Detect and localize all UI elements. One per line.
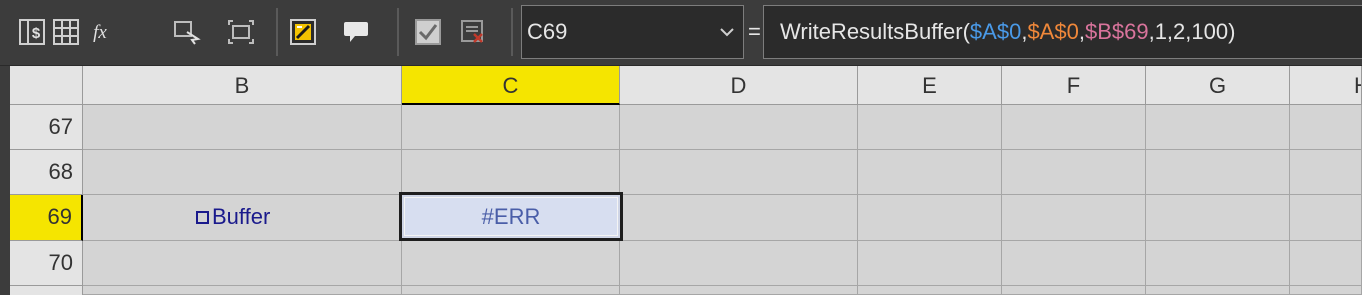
cell-f70[interactable] — [1002, 241, 1146, 286]
checkbox-icon[interactable] — [413, 14, 443, 50]
cell-e70[interactable] — [858, 241, 1002, 286]
cell-b67[interactable] — [83, 105, 402, 150]
cell-c67[interactable] — [402, 105, 620, 150]
cell-b69-text: Buffer — [212, 204, 271, 229]
cell-g70[interactable] — [1146, 241, 1290, 286]
toolbar-separator — [397, 8, 399, 56]
cell-fnext[interactable] — [1002, 286, 1146, 295]
column-header-h[interactable]: H — [1290, 66, 1362, 105]
cell-c70[interactable] — [402, 241, 620, 286]
formula-part: $A$0 — [1027, 19, 1079, 44]
equals-label: = — [748, 19, 761, 44]
cell-b68[interactable] — [83, 150, 402, 195]
column-header-d[interactable]: D — [620, 66, 858, 105]
note-edit-icon[interactable] — [288, 14, 318, 50]
cell-f69[interactable] — [1002, 195, 1146, 241]
chevron-down-icon[interactable] — [717, 6, 737, 58]
selected-cell-c69[interactable]: #ERR — [399, 192, 623, 241]
cell-dnext[interactable] — [620, 286, 858, 295]
cell-f68[interactable] — [1002, 150, 1146, 195]
control-box-icon — [196, 210, 209, 224]
cell-h70[interactable] — [1290, 241, 1362, 286]
delete-check-icon[interactable] — [458, 14, 488, 50]
currency-format-icon[interactable]: $ — [17, 14, 47, 50]
cell-enext[interactable] — [858, 286, 1002, 295]
cell-e69[interactable] — [858, 195, 1002, 241]
cell-e68[interactable] — [858, 150, 1002, 195]
select-cell-icon[interactable] — [172, 14, 202, 50]
column-header-b[interactable]: B — [83, 66, 402, 105]
formula-part: ,1,2,100) — [1148, 19, 1236, 44]
formula-part: $B$69 — [1084, 19, 1149, 44]
column-header-e[interactable]: E — [858, 66, 1002, 105]
cell-c69-value: #ERR — [404, 197, 618, 236]
svg-text:fx: fx — [93, 22, 107, 43]
cell-d67[interactable] — [620, 105, 858, 150]
svg-text:$: $ — [32, 25, 41, 42]
cell-h68[interactable] — [1290, 150, 1362, 195]
cell-bnext[interactable] — [83, 286, 402, 295]
row-header-70[interactable]: 70 — [10, 241, 83, 286]
row-header-68[interactable]: 68 — [10, 150, 83, 195]
cell-h69[interactable] — [1290, 195, 1362, 241]
cell-d70[interactable] — [620, 241, 858, 286]
cell-c68[interactable] — [402, 150, 620, 195]
cell-cnext[interactable] — [402, 286, 620, 295]
expand-range-icon[interactable] — [226, 14, 256, 50]
cell-b70[interactable] — [83, 241, 402, 286]
column-header-g[interactable]: G — [1146, 66, 1290, 105]
column-header-c[interactable]: C — [402, 66, 620, 105]
spreadsheet-grid: B C D E F G H 67 68 69 70 Buffer #ERR — [0, 66, 1362, 295]
cell-f67[interactable] — [1002, 105, 1146, 150]
select-all-corner[interactable] — [10, 66, 83, 105]
name-box[interactable]: C69 — [521, 5, 744, 59]
cell-d68[interactable] — [620, 150, 858, 195]
name-box-value: C69 — [527, 19, 568, 44]
cell-g67[interactable] — [1146, 105, 1290, 150]
comment-icon[interactable] — [341, 14, 371, 50]
row-header-71[interactable] — [10, 286, 83, 295]
cell-g68[interactable] — [1146, 150, 1290, 195]
column-header-f[interactable]: F — [1002, 66, 1146, 105]
row-header-67[interactable]: 67 — [10, 105, 83, 150]
table-grid-icon[interactable] — [51, 14, 81, 50]
cell-e67[interactable] — [858, 105, 1002, 150]
cell-b69[interactable]: Buffer — [196, 204, 270, 230]
toolbar: $ fx C69 = WriteResultsBuffer($A$0,$A$0,… — [0, 0, 1362, 66]
cell-gnext[interactable] — [1146, 286, 1290, 295]
toolbar-separator — [511, 8, 513, 56]
function-icon[interactable]: fx — [85, 14, 115, 50]
left-rail — [0, 66, 10, 295]
cell-d69[interactable] — [620, 195, 858, 241]
cell-hnext[interactable] — [1290, 286, 1362, 295]
row-header-69[interactable]: 69 — [10, 195, 83, 241]
formula-part: $A$0 — [969, 19, 1022, 44]
cell-h67[interactable] — [1290, 105, 1362, 150]
formula-part: WriteResultsBuffer( — [780, 19, 970, 44]
cell-g69[interactable] — [1146, 195, 1290, 241]
toolbar-separator — [276, 8, 278, 56]
formula-bar[interactable]: WriteResultsBuffer($A$0,$A$0,$B$69,1,2,1… — [763, 5, 1362, 59]
